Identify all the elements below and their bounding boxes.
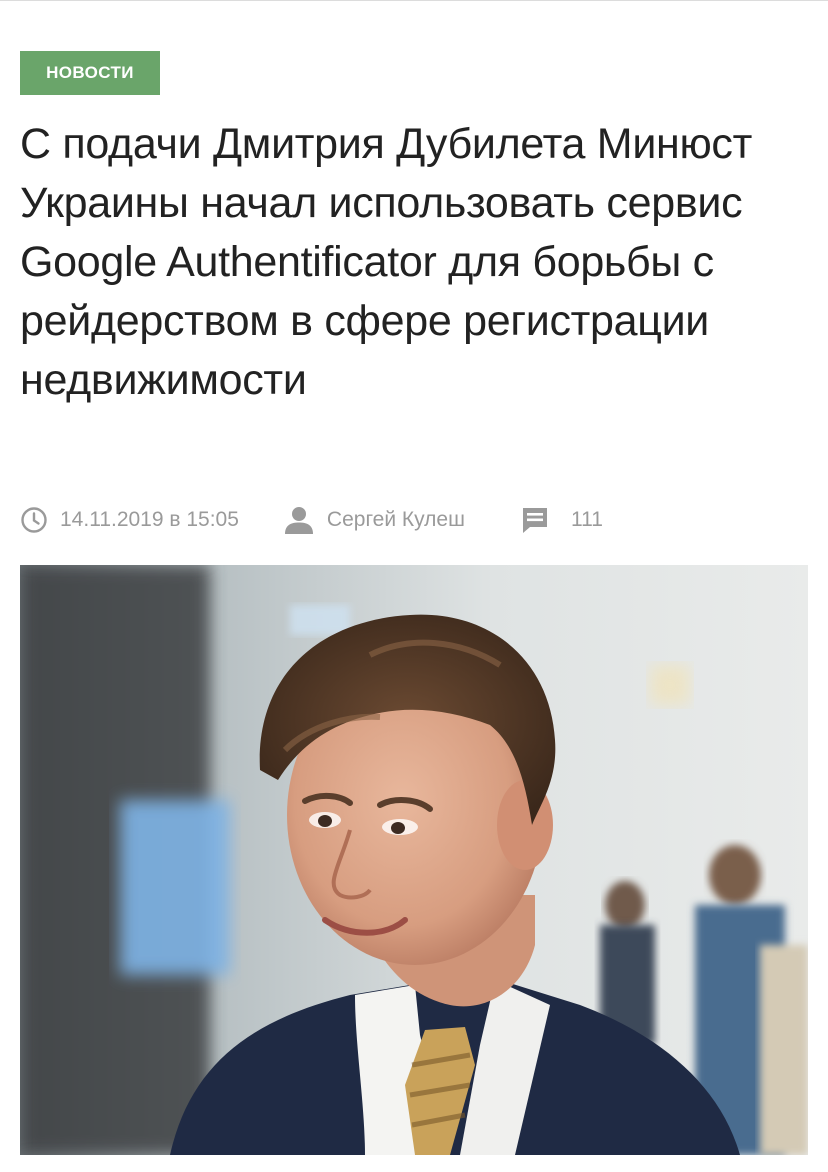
publish-date: 14.11.2019 в 15:05 — [20, 506, 239, 534]
category-badge[interactable]: НОВОСТИ — [20, 51, 160, 95]
comment-icon — [521, 506, 549, 534]
article-meta: 14.11.2019 в 15:05 Сергей Кулеш 111 — [20, 500, 603, 540]
author-name: Сергей Кулеш — [326, 508, 465, 531]
user-icon — [283, 505, 315, 535]
author: Сергей Кулеш — [283, 505, 465, 535]
clock-icon — [20, 506, 48, 534]
portrait-photo — [20, 565, 808, 1155]
publish-date-text: 14.11.2019 в 15:05 — [60, 508, 239, 531]
article-headline: С подачи Дмитрия Дубилета Минюст Украины… — [20, 120, 753, 404]
comments-count-text: 111 — [570, 508, 603, 531]
comments-count[interactable]: 111 — [521, 506, 603, 534]
top-divider — [0, 0, 828, 1]
article-photo — [20, 565, 808, 1155]
